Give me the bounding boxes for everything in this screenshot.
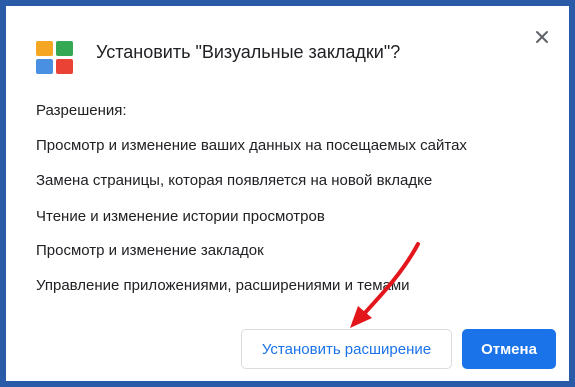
cancel-button[interactable]: Отмена [462, 329, 556, 369]
permission-item: Чтение и изменение истории просмотров [36, 208, 325, 225]
permission-item: Управление приложениями, расширениями и … [36, 277, 410, 294]
permission-item: Замена страницы, которая появляется на н… [36, 172, 433, 189]
close-button[interactable] [529, 24, 555, 50]
visual-bookmarks-logo-icon [36, 41, 73, 74]
dialog-title: Установить "Визуальные закладки"? [96, 42, 401, 62]
permission-item: Просмотр и изменение ваших данных на пос… [36, 137, 467, 154]
dialog-window: Установить "Визуальные закладки"? Разреш… [0, 0, 575, 387]
permission-item: Просмотр и изменение закладок [36, 242, 264, 259]
permissions-heading: Разрешения: [36, 102, 127, 119]
install-extension-button[interactable]: Установить расширение [241, 329, 452, 369]
close-icon [536, 31, 548, 43]
